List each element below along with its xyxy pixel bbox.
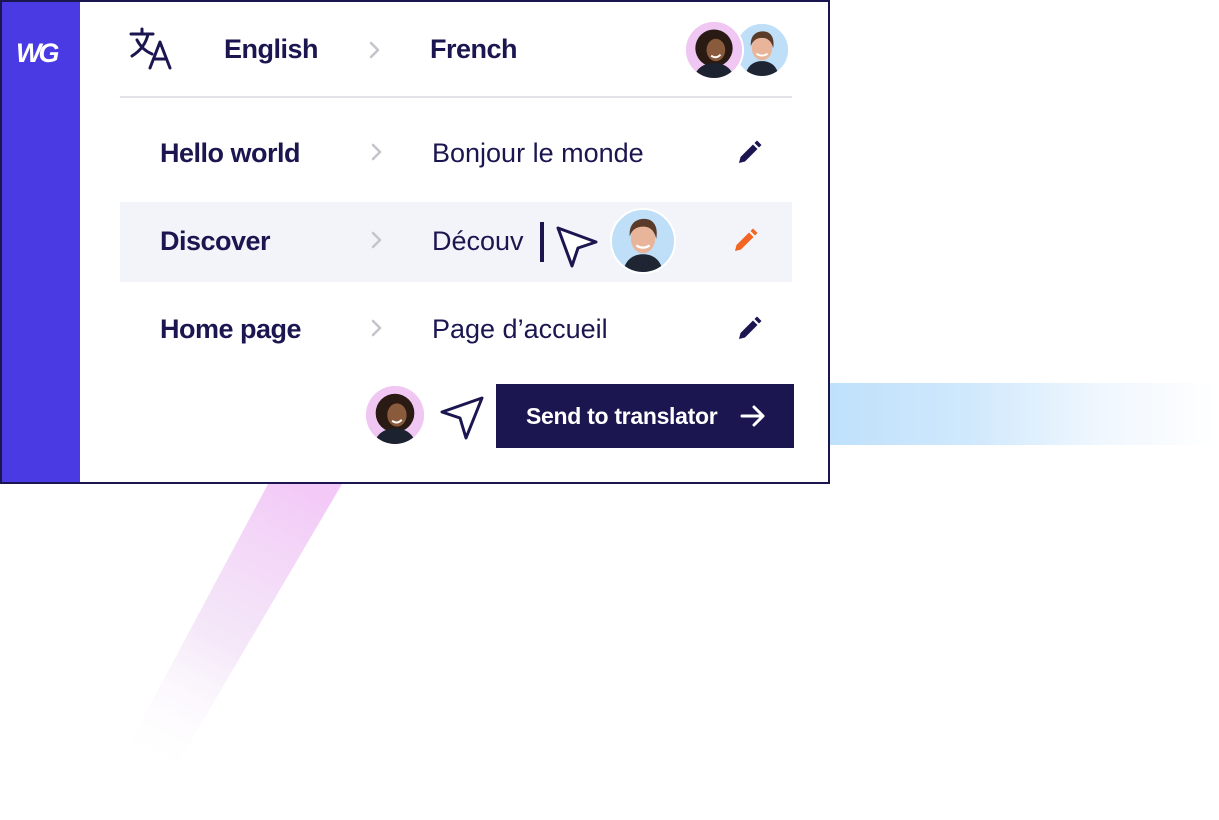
header-divider bbox=[120, 96, 792, 98]
chevron-right-icon bbox=[369, 41, 380, 59]
source-language[interactable]: English bbox=[224, 34, 319, 65]
translate-icon bbox=[129, 27, 172, 70]
chevron-right-icon bbox=[371, 143, 382, 161]
translation-card: WG English French Hello world Bonjour le… bbox=[0, 0, 830, 484]
avatar-translator-a[interactable] bbox=[366, 386, 424, 444]
arrow-right-icon bbox=[740, 405, 765, 427]
send-to-translator-button[interactable]: Send to translator bbox=[496, 384, 794, 448]
send-button-label: Send to translator bbox=[526, 402, 718, 429]
translated-text-input[interactable]: Découv bbox=[432, 226, 524, 257]
pencil-icon[interactable] bbox=[730, 226, 760, 256]
stage: WG English French Hello world Bonjour le… bbox=[0, 0, 1219, 820]
pointer-cursor-icon bbox=[440, 396, 484, 440]
avatar-translator-a[interactable] bbox=[684, 20, 744, 80]
collaborator-avatars bbox=[684, 20, 794, 80]
target-language[interactable]: French bbox=[430, 34, 518, 65]
source-text: Hello world bbox=[160, 138, 301, 168]
text-caret bbox=[540, 222, 544, 262]
pencil-icon[interactable] bbox=[734, 314, 764, 344]
logo: WG bbox=[16, 38, 60, 68]
translation-row-active[interactable]: Discover Découv bbox=[120, 202, 792, 282]
translation-row[interactable]: Hello world Bonjour le monde bbox=[120, 114, 792, 194]
translation-row[interactable]: Home page Page d’accueil bbox=[120, 290, 792, 370]
decorative-blue-streak bbox=[830, 383, 1219, 445]
pencil-icon[interactable] bbox=[734, 138, 764, 168]
source-text: Home page bbox=[160, 314, 302, 344]
chevron-right-icon bbox=[371, 231, 382, 249]
pointer-cursor-icon bbox=[556, 226, 598, 268]
avatar-translator-b[interactable] bbox=[610, 208, 676, 274]
language-header: English French bbox=[120, 20, 792, 80]
translated-text[interactable]: Page d’accueil bbox=[432, 314, 608, 345]
sidebar: WG bbox=[2, 2, 80, 482]
source-text: Discover bbox=[160, 226, 271, 256]
translated-text[interactable]: Bonjour le monde bbox=[432, 138, 644, 169]
chevron-right-icon bbox=[371, 319, 382, 337]
